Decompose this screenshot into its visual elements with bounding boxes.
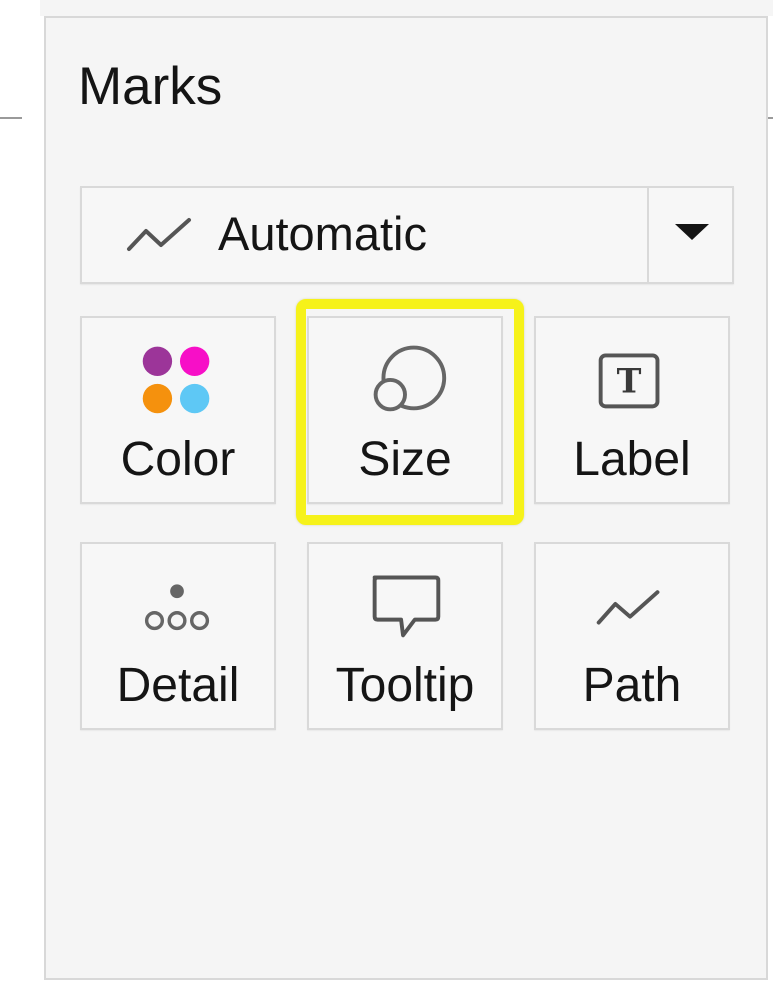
color-dot-magenta	[179, 346, 210, 376]
size-button[interactable]: Size	[307, 316, 503, 504]
mark-type-value: Automatic	[218, 207, 427, 260]
detail-button[interactable]: Detail	[80, 542, 276, 730]
color-dot-blue	[179, 383, 210, 414]
workspace-edge	[0, 0, 40, 987]
label-button[interactable]: T Label	[534, 316, 730, 504]
svg-text:T: T	[617, 362, 642, 401]
panel-top-band	[40, 0, 773, 16]
tooltip-button[interactable]: Tooltip	[307, 542, 503, 730]
color-dot-purple	[142, 346, 173, 376]
color-dots-icon	[142, 346, 210, 414]
color-dot-orange	[142, 383, 173, 414]
path-button[interactable]: Path	[534, 542, 730, 730]
line-icon	[127, 218, 191, 251]
tooltip-button-label: Tooltip	[335, 659, 475, 712]
color-button-label: Color	[120, 433, 236, 486]
path-line-icon	[596, 590, 660, 625]
mark-type-dropdown[interactable]: Automatic	[80, 186, 734, 284]
size-button-label: Size	[358, 433, 452, 486]
dropdown-divider	[647, 188, 649, 282]
speech-bubble-icon	[372, 575, 441, 638]
size-circles-icon	[373, 345, 447, 412]
marks-card: Marks Automatic Color Size T Label Detai…	[44, 16, 768, 980]
label-button-label: Label	[573, 433, 691, 486]
divider-line	[0, 117, 22, 119]
chevron-down-icon[interactable]	[675, 224, 709, 240]
detail-button-label: Detail	[116, 659, 240, 712]
path-button-label: Path	[582, 659, 682, 712]
detail-dots-icon	[144, 584, 210, 631]
marks-card-title: Marks	[78, 57, 223, 116]
text-label-icon: T	[598, 353, 660, 409]
color-button[interactable]: Color	[80, 316, 276, 504]
